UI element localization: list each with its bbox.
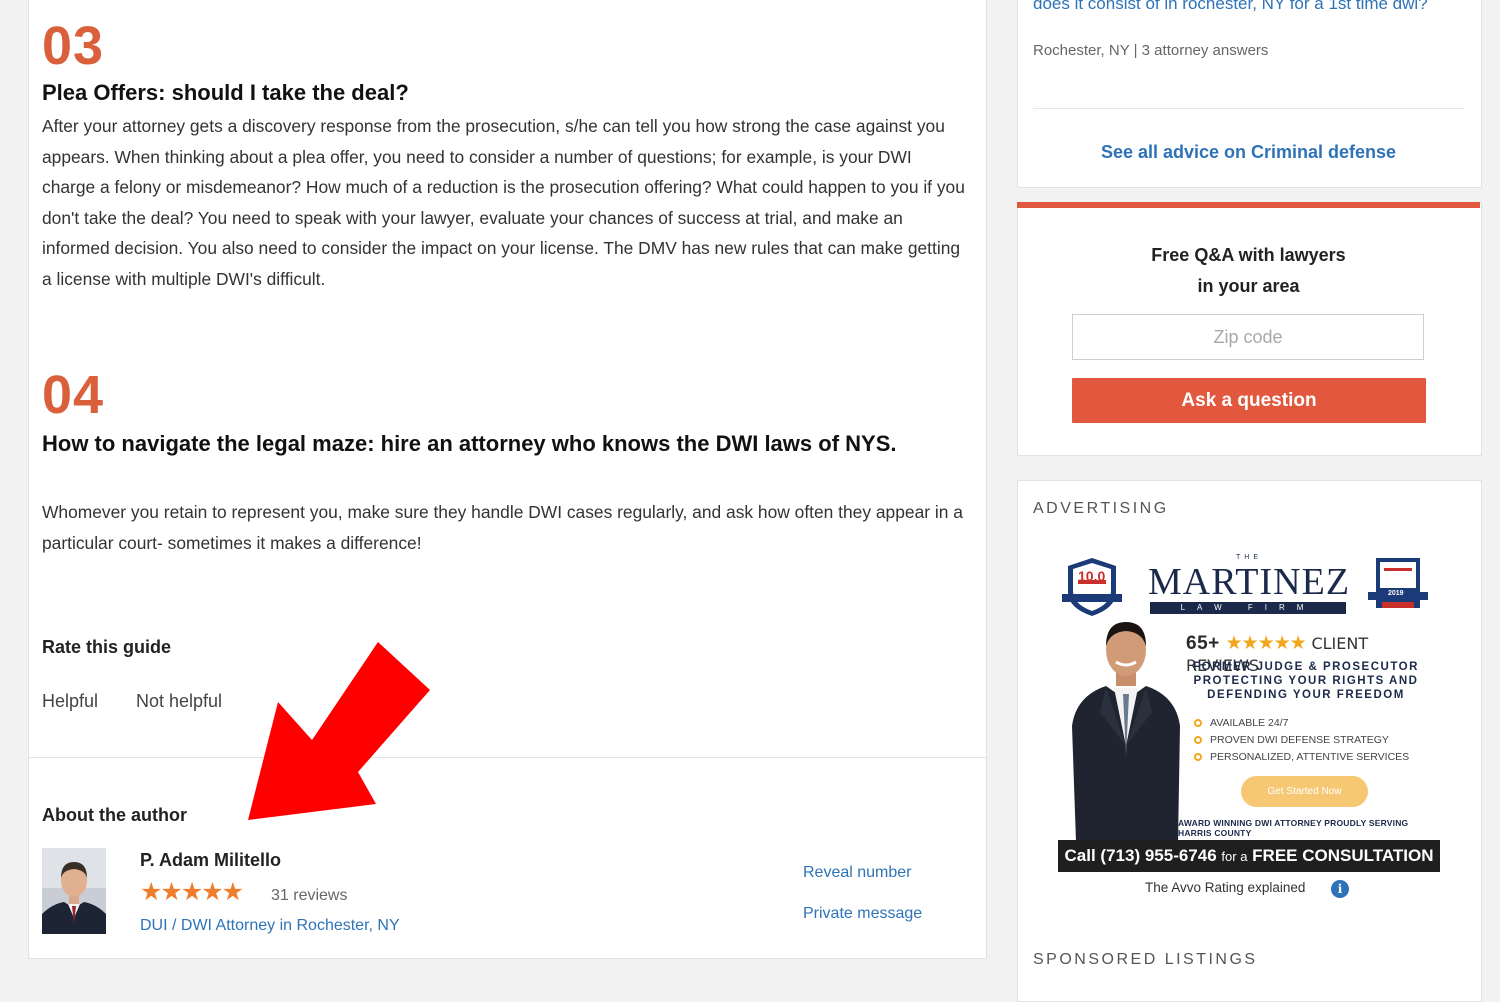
not-helpful-button[interactable]: Not helpful	[136, 691, 222, 712]
advertising-label: ADVERTISING	[1033, 500, 1169, 517]
ad-call-connector: for a	[1221, 849, 1248, 864]
step-body: Whomever you retain to represent you, ma…	[42, 502, 963, 553]
rating-stars: ★★★★★	[140, 878, 244, 906]
ad-bullet: PROVEN DWI DEFENSE STRATEGY	[1194, 732, 1409, 749]
attorney-photo	[1072, 622, 1180, 842]
helpful-button[interactable]: Helpful	[42, 691, 98, 712]
step-title: How to navigate the legal maze: hire an …	[42, 431, 897, 456]
see-all-advice-link[interactable]: See all advice on Criminal defense	[1017, 142, 1480, 163]
author-avatar[interactable]	[42, 848, 106, 934]
free-qa-title: Free Q&A with lawyers in your area	[1017, 240, 1480, 302]
award-badge-icon	[1368, 558, 1428, 608]
avvo-badge-icon	[1062, 558, 1122, 616]
free-qa-title-line: Free Q&A with lawyers	[1151, 245, 1346, 265]
bullet-dot-icon	[1194, 719, 1202, 727]
sponsored-listings-label: SPONSORED LISTINGS	[1033, 951, 1258, 968]
zip-code-input[interactable]	[1072, 314, 1424, 360]
card-accent-bar	[1017, 202, 1480, 208]
reveal-number-link[interactable]: Reveal number	[803, 864, 912, 882]
ad-bullets: AVAILABLE 24/7 PROVEN DWI DEFENSE STRATE…	[1194, 715, 1409, 766]
ad-tagline: FORMER JUDGE & PROSECUTOR PROTECTING YOU…	[1193, 661, 1419, 701]
bullet-dot-icon	[1194, 753, 1202, 761]
step-title: Plea Offers: should I take the deal?	[42, 80, 409, 105]
qa-question-link[interactable]: does it consist of in rochester, NY for …	[1033, 0, 1463, 16]
ad-firm-logo: MARTINEZ	[1148, 561, 1351, 603]
ask-question-button[interactable]: Ask a question	[1072, 378, 1426, 423]
badge-score: 10.0	[1078, 568, 1106, 584]
private-message-link[interactable]: Private message	[803, 905, 922, 923]
avvo-rating-explained-link[interactable]: The Avvo Rating explained	[1145, 880, 1305, 895]
info-icon[interactable]: i	[1331, 880, 1349, 898]
ad-call-banner[interactable]: Call (713) 955-6746 for a FREE CONSULTAT…	[1058, 840, 1440, 872]
red-arrow-annotation-icon	[248, 642, 430, 820]
ad-bullet: AVAILABLE 24/7	[1194, 715, 1409, 732]
ad-call-offer: FREE CONSULTATION	[1252, 846, 1434, 865]
qa-meta: Rochester, NY | 3 attorney answers	[1033, 42, 1269, 59]
bullet-dot-icon	[1194, 736, 1202, 744]
author-name[interactable]: P. Adam Militello	[140, 850, 281, 871]
badge-year: 2019	[1388, 590, 1404, 597]
ad-call-number: Call (713) 955-6746	[1064, 846, 1217, 865]
reviews-count-link[interactable]: 31 reviews	[271, 887, 347, 905]
step-number: 04	[42, 365, 105, 425]
free-qa-title-line: in your area	[1197, 276, 1300, 296]
ad-reviews-stars: ★★★★★	[1225, 633, 1307, 654]
ad-get-started-button[interactable]: Get Started Now	[1241, 776, 1368, 807]
ad-firm-subtitle: LAW FIRM	[1150, 602, 1346, 614]
about-author-title: About the author	[42, 805, 187, 825]
step-number: 03	[42, 16, 105, 76]
divider	[1033, 108, 1464, 109]
step-body: After your attorney gets a discovery res…	[42, 116, 965, 289]
ad-bullet: PERSONALIZED, ATTENTIVE SERVICES	[1194, 749, 1409, 766]
author-specialty-link[interactable]: DUI / DWI Attorney in Rochester, NY	[140, 917, 400, 935]
ad-reviews-count: 65+	[1186, 633, 1220, 654]
martinez-law-ad[interactable]: 10.0 THE MARTINEZ LAW FIRM 2019 65+ ★★★★…	[1058, 552, 1440, 872]
rate-guide-title: Rate this guide	[42, 637, 172, 657]
ad-award-text: AWARD WINNING DWI ATTORNEY PROUDLY SERVI…	[1178, 818, 1409, 838]
